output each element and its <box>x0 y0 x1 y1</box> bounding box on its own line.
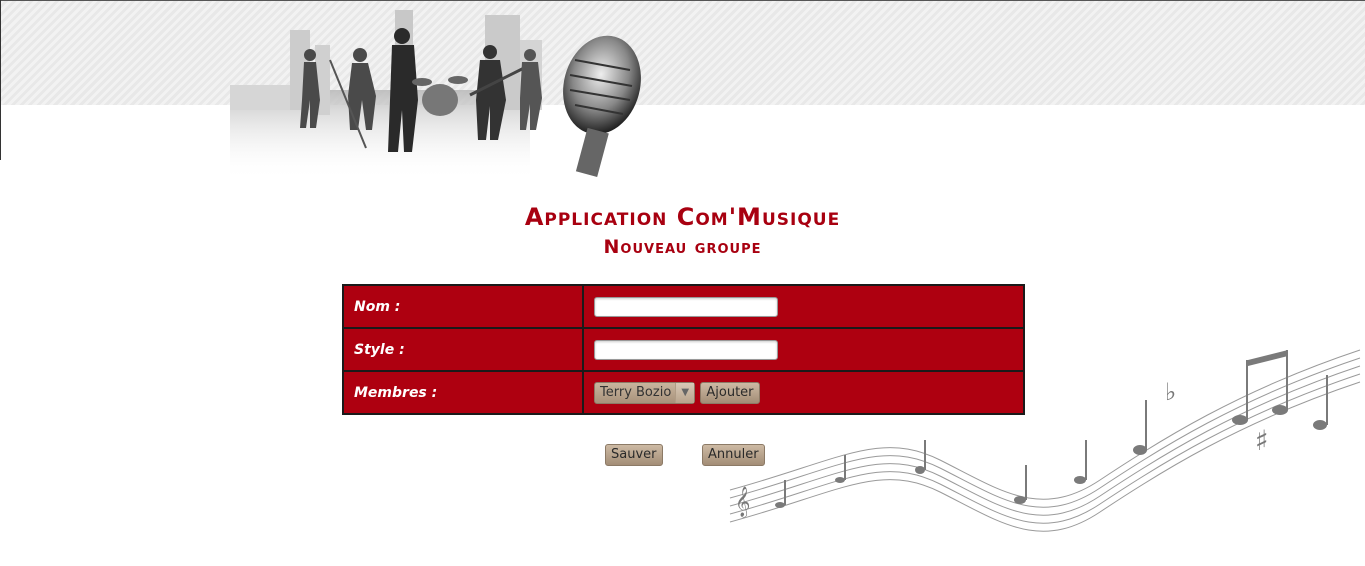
cancel-button[interactable]: Annuler <box>702 444 765 466</box>
nom-label: Nom : <box>342 284 584 329</box>
page: ♯ ♭ 𝄞 Application Com'Musique Nouveau gr… <box>0 0 1365 566</box>
band-banner-image <box>230 10 641 180</box>
svg-text:𝄞: 𝄞 <box>735 486 750 518</box>
add-member-button[interactable]: Ajouter <box>700 381 760 404</box>
header-edge <box>0 0 1 160</box>
membres-field-cell: Terry Bozio ▼ Ajouter <box>582 370 1025 415</box>
member-select[interactable]: Terry Bozio ▼ <box>594 381 696 404</box>
svg-text:♭: ♭ <box>1165 378 1176 406</box>
app-title: Application Com'Musique <box>524 203 841 231</box>
form-row-style: Style : <box>342 327 1025 372</box>
nom-input[interactable] <box>594 297 778 318</box>
nom-field-cell <box>582 284 1025 329</box>
form-row-nom: Nom : <box>342 284 1025 329</box>
svg-text:♯: ♯ <box>1255 424 1269 457</box>
style-input[interactable] <box>594 340 778 361</box>
page-title: Nouveau groupe <box>603 236 762 258</box>
membres-label: Membres : <box>342 370 584 415</box>
title-block: Application Com'Musique Nouveau groupe <box>0 200 1365 260</box>
group-form: Nom : Style : Membres : Terry Bozio ▼ Aj… <box>342 284 1025 415</box>
chevron-down-icon: ▼ <box>675 382 695 403</box>
save-button[interactable]: Sauver <box>605 444 663 466</box>
member-select-value: Terry Bozio <box>600 385 672 400</box>
style-label: Style : <box>342 327 584 372</box>
style-field-cell <box>582 327 1025 372</box>
form-row-membres: Membres : Terry Bozio ▼ Ajouter <box>342 370 1025 415</box>
